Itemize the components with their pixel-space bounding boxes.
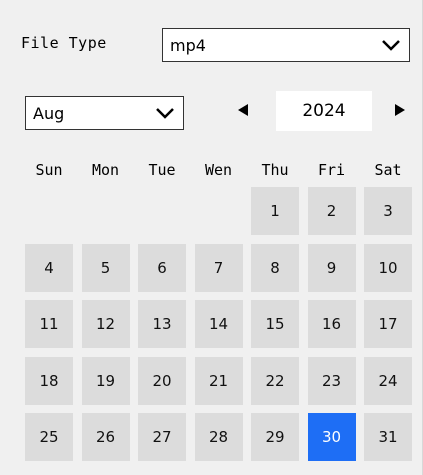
- file-type-label: File Type: [21, 34, 107, 52]
- month-select[interactable]: Aug: [25, 96, 184, 130]
- day-cell[interactable]: 20: [138, 356, 186, 405]
- record-search-panel: File Type mp4 Aug 2024 Sun Mon Tue Wen Thu Fr…: [0, 0, 423, 475]
- empty-day-cell: [25, 187, 73, 235]
- empty-day-cell: [138, 187, 186, 235]
- day-cell[interactable]: 1: [251, 187, 299, 235]
- chevron-down-icon: [156, 108, 174, 119]
- day-cell[interactable]: 14: [194, 300, 243, 348]
- month-value: Aug: [33, 103, 65, 123]
- day-cell[interactable]: 10: [364, 243, 412, 292]
- day-cell[interactable]: 3: [364, 187, 412, 235]
- day-cell[interactable]: 4: [25, 243, 73, 292]
- day-cell[interactable]: 12: [81, 300, 130, 348]
- day-cell[interactable]: 7: [194, 243, 243, 292]
- calendar-grid: Sun Mon Tue Wen Thu Fri Sat 1 2 3 4 5 6 7 8 9 10 11 12 13 14…: [25, 153, 412, 470]
- day-cell[interactable]: 9: [307, 243, 356, 292]
- previous-year-icon[interactable]: [238, 104, 248, 116]
- day-cell[interactable]: 28: [194, 413, 243, 461]
- day-cell[interactable]: 25: [25, 413, 73, 461]
- file-type-select[interactable]: mp4: [162, 28, 410, 62]
- day-cell[interactable]: 31: [364, 413, 412, 461]
- day-cell[interactable]: 29: [251, 413, 299, 461]
- day-cell[interactable]: 13: [138, 300, 186, 348]
- file-type-value: mp4: [170, 35, 206, 55]
- day-cell[interactable]: 18: [25, 356, 73, 405]
- day-cell[interactable]: 24: [364, 356, 412, 405]
- year-display[interactable]: 2024: [276, 91, 372, 131]
- selected-day-cell[interactable]: 30: [307, 413, 356, 461]
- weekday-header: Fri: [317, 161, 346, 179]
- weekday-header: Wen: [204, 161, 233, 179]
- day-cell[interactable]: 15: [251, 300, 299, 348]
- day-cell[interactable]: 23: [307, 356, 356, 405]
- day-cell[interactable]: 26: [81, 413, 130, 461]
- weekday-header: Tue: [148, 161, 176, 179]
- day-cell[interactable]: 27: [138, 413, 186, 461]
- day-cell[interactable]: 8: [251, 243, 299, 292]
- empty-day-cell: [195, 187, 243, 235]
- day-cell[interactable]: 21: [194, 356, 243, 405]
- weekday-header: Sun: [35, 161, 63, 179]
- day-cell[interactable]: 6: [138, 243, 186, 292]
- next-year-icon[interactable]: [395, 104, 405, 116]
- weekday-header: Sat: [374, 161, 402, 179]
- day-cell[interactable]: 19: [81, 356, 130, 405]
- day-cell[interactable]: 17: [364, 300, 412, 348]
- weekday-header: Thu: [261, 161, 289, 179]
- empty-day-cell: [82, 187, 130, 235]
- day-cell[interactable]: 2: [307, 187, 356, 235]
- day-cell[interactable]: 22: [251, 356, 299, 405]
- day-cell[interactable]: 5: [81, 243, 130, 292]
- day-cell[interactable]: 11: [25, 300, 73, 348]
- day-cell[interactable]: 16: [307, 300, 356, 348]
- chevron-down-icon: [382, 40, 400, 51]
- weekday-header: Mon: [91, 161, 120, 179]
